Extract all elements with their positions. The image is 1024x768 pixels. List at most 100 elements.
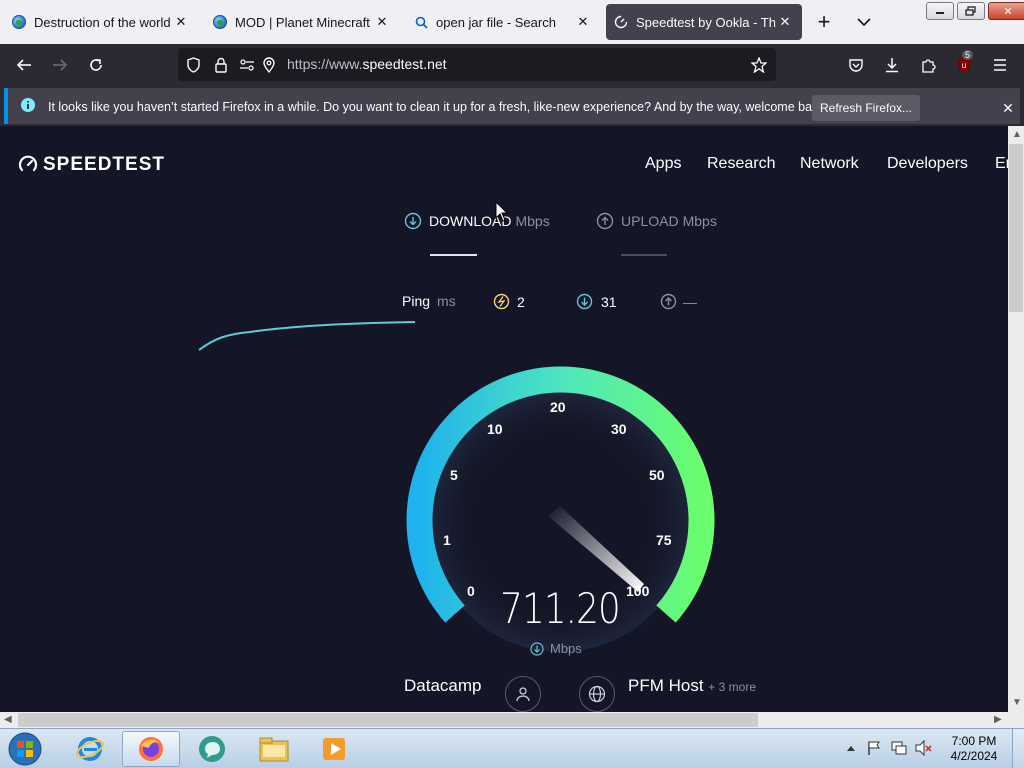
tab-label: Destruction of the world M: [34, 14, 172, 30]
navigation-toolbar: https://www.speedtest.net u: [0, 44, 1024, 86]
reload-icon: [90, 59, 102, 71]
extension-badge: 5: [962, 50, 974, 60]
clock-date: 4/2/2024: [950, 749, 998, 763]
horizontal-scroll-thumb[interactable]: [18, 713, 758, 727]
vertical-scroll-thumb[interactable]: [1009, 144, 1023, 312]
app-taskbar-button[interactable]: [184, 731, 240, 767]
gauge-label-75: 75: [656, 532, 672, 548]
pocket-button[interactable]: [842, 51, 870, 79]
hamburger-menu-icon: [994, 59, 1006, 71]
firefox-icon: [139, 737, 163, 761]
tab-label: Speedtest by Ookla - The G: [636, 14, 776, 30]
graph-line: [198, 321, 416, 351]
gauge-label-50: 50: [649, 467, 665, 483]
chevron-down-icon: [857, 18, 871, 27]
list-all-tabs-button[interactable]: [850, 8, 878, 36]
screen: Destruction of the world M ✕ MOD | Plane…: [0, 0, 1024, 768]
close-window-button[interactable]: ✕: [988, 2, 1024, 20]
tab-label: MOD | Planet Minecraft: [235, 14, 370, 30]
forward-arrow-icon: [53, 59, 68, 71]
host-name: PFM Host: [628, 676, 704, 695]
tab-search[interactable]: open jar file - Search ✕: [406, 4, 600, 40]
location-icon[interactable]: [258, 54, 280, 76]
url-bar[interactable]: https://www.speedtest.net: [178, 48, 776, 81]
svg-text:u: u: [961, 61, 966, 70]
new-tab-button[interactable]: +: [810, 8, 838, 36]
permissions-icon[interactable]: [236, 54, 258, 76]
flag-icon: [868, 741, 880, 755]
speed-value: 711.20: [500, 584, 621, 633]
tab-close-button[interactable]: ✕: [776, 13, 794, 31]
url-prefix: https://www.: [287, 56, 363, 72]
chat-app-icon: [199, 736, 225, 762]
file-explorer-taskbar-button[interactable]: [246, 731, 302, 767]
notification-close-button[interactable]: ✕: [998, 98, 1018, 118]
info-icon: [20, 97, 36, 118]
puzzle-icon: [922, 59, 936, 73]
media-player-taskbar-button[interactable]: [306, 731, 362, 767]
clock-time: 7:00 PM: [951, 734, 997, 748]
restore-button[interactable]: [957, 2, 985, 20]
tab-destruction[interactable]: Destruction of the world M ✕: [4, 4, 198, 40]
tab-planet-minecraft[interactable]: MOD | Planet Minecraft ✕: [205, 4, 399, 40]
gauge-label-20: 20: [550, 399, 566, 415]
host-more-link[interactable]: + 3 more: [708, 680, 756, 694]
globe-icon: [213, 15, 227, 29]
show-hidden-icons-button[interactable]: [846, 741, 856, 755]
reload-button[interactable]: [82, 51, 110, 79]
chevron-up-icon: [847, 746, 855, 751]
tab-strip: Destruction of the world M ✕ MOD | Plane…: [0, 0, 1024, 44]
download-icon: [886, 58, 898, 73]
horizontal-scrollbar[interactable]: ◀ ▶: [0, 712, 1024, 728]
bookmark-star-icon[interactable]: [748, 54, 770, 76]
back-button[interactable]: [10, 51, 38, 79]
refresh-firefox-button[interactable]: Refresh Firefox...: [812, 95, 920, 121]
scroll-down-arrow-icon[interactable]: ▼: [1012, 697, 1022, 708]
forward-button[interactable]: [46, 51, 74, 79]
tab-close-button[interactable]: ✕: [373, 13, 391, 31]
folder-icon: [259, 737, 289, 762]
refresh-notification-bar: It looks like you haven’t started Firefo…: [0, 86, 1024, 126]
speedtest-icon: [614, 15, 628, 29]
extensions-button[interactable]: [914, 51, 942, 79]
internet-explorer-taskbar-button[interactable]: [62, 731, 118, 767]
tab-close-button[interactable]: ✕: [172, 13, 190, 31]
show-desktop-button[interactable]: [1012, 729, 1024, 768]
windows-orb-icon: [8, 732, 42, 766]
notification-text: It looks like you haven’t started Firefo…: [48, 100, 829, 114]
globe-server-icon[interactable]: [579, 676, 615, 712]
gauge-label-30: 30: [611, 421, 627, 437]
app-menu-button[interactable]: [986, 51, 1014, 79]
network-icon[interactable]: [890, 740, 908, 759]
download-small-icon: [530, 641, 544, 656]
firefox-taskbar-button[interactable]: [122, 731, 180, 767]
windows-taskbar: 7:00 PM 4/2/2024: [0, 728, 1024, 768]
tab-speedtest[interactable]: Speedtest by Ookla - The G ✕: [606, 4, 802, 40]
minimize-button[interactable]: [926, 2, 954, 20]
scroll-up-arrow-icon[interactable]: ▲: [1012, 129, 1022, 140]
internet-explorer-icon: [76, 737, 104, 761]
url-text[interactable]: https://www.speedtest.net: [287, 56, 447, 72]
host-info[interactable]: PFM Host + 3 more: [628, 676, 756, 696]
user-icon[interactable]: [505, 676, 541, 712]
speed-unit: Mbps: [550, 641, 582, 656]
globe-icon: [12, 15, 26, 29]
shield-icon[interactable]: [182, 54, 204, 76]
vertical-scrollbar[interactable]: ▲ ▼: [1008, 126, 1024, 712]
scroll-left-arrow-icon[interactable]: ◀: [4, 714, 12, 725]
system-clock[interactable]: 7:00 PM 4/2/2024: [944, 734, 1004, 764]
speed-unit-row: Mbps: [530, 641, 582, 656]
notification-box: It looks like you haven’t started Firefo…: [4, 88, 1020, 124]
scroll-right-arrow-icon[interactable]: ▶: [994, 714, 1002, 725]
start-button[interactable]: [0, 731, 50, 767]
volume-muted-icon[interactable]: [914, 739, 932, 759]
gauge-label-1: 1: [443, 532, 451, 548]
gauge-label-100: 100: [626, 583, 650, 599]
tab-close-button[interactable]: ✕: [574, 13, 592, 31]
pocket-icon: [849, 58, 863, 72]
downloads-button[interactable]: [878, 51, 906, 79]
action-center-icon[interactable]: [866, 740, 882, 759]
lock-icon[interactable]: [210, 54, 232, 76]
back-arrow-icon: [16, 59, 31, 71]
minimize-icon: [936, 12, 944, 14]
